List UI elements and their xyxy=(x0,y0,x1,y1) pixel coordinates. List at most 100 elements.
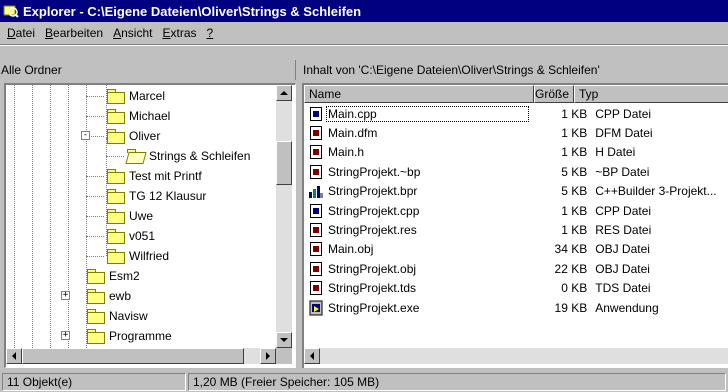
tree-item-label: ewb xyxy=(109,289,132,303)
tree-item[interactable]: v051 xyxy=(106,226,157,246)
status-bar: 11 Objekt(e) 1,20 MB (Freier Speicher: 1… xyxy=(0,372,728,392)
file-name: StringProjekt.cpp xyxy=(328,203,420,218)
file-name: Main.dfm xyxy=(328,125,378,140)
tree-horizontal-scroll-thumb[interactable] xyxy=(22,348,244,364)
file-size: 5 KB xyxy=(561,184,588,199)
folder-icon xyxy=(86,309,105,324)
tree-item-label: TG 12 Klausur xyxy=(129,189,207,203)
tree-item[interactable]: Marcel xyxy=(106,86,167,106)
tree-vertical-scroll-thumb[interactable] xyxy=(276,141,292,185)
file-row[interactable]: Main.h 1 KB H Datei xyxy=(304,143,728,162)
file-name: StringProjekt.obj xyxy=(328,261,417,276)
tree-item[interactable]: Wilfried xyxy=(106,246,171,266)
tree-item[interactable]: ewb xyxy=(86,286,133,306)
tree-guide-line xyxy=(50,85,51,348)
tree-item[interactable]: Oliver xyxy=(106,126,162,146)
file-type: CPP Datei xyxy=(595,203,652,218)
menu-item[interactable]: ? xyxy=(202,26,219,40)
file-size: 22 KB xyxy=(554,261,588,276)
column-header-size[interactable]: Größe xyxy=(534,85,574,103)
tree-item-label: Oliver xyxy=(129,129,161,143)
status-object-count: 11 Objekt(e) xyxy=(2,373,186,391)
file-size: 34 KB xyxy=(554,242,588,257)
expand-icon[interactable]: + xyxy=(61,331,70,340)
tree-item-label: Michael xyxy=(129,109,171,123)
tree-scroll-right-button[interactable] xyxy=(260,348,276,364)
menu-separator xyxy=(0,44,728,46)
folder-icon xyxy=(106,129,125,144)
file-type: H Datei xyxy=(595,145,636,160)
expand-icon[interactable]: + xyxy=(61,291,70,300)
file-row[interactable]: StringProjekt.~bp 5 KB ~BP Datei xyxy=(304,162,728,181)
open-folder-icon xyxy=(126,149,144,163)
file-type: C++Builder 3-Projekt... xyxy=(595,184,717,199)
explorer-app-icon[interactable] xyxy=(3,3,19,19)
file-size: 5 KB xyxy=(561,164,588,179)
window-title: Explorer - C:\Eigene Dateien\Oliver\Stri… xyxy=(23,3,362,19)
menu-item[interactable]: Bearbeiten xyxy=(40,26,108,40)
file-row[interactable]: StringProjekt.cpp 1 KB CPP Datei xyxy=(304,201,728,220)
file-row[interactable]: StringProjekt.obj 22 KB OBJ Datei xyxy=(304,259,728,278)
menu-item[interactable]: Extras xyxy=(157,26,201,40)
tree-connector xyxy=(86,116,104,117)
list-scroll-left-button[interactable] xyxy=(304,348,320,364)
menu-item[interactable]: Datei xyxy=(2,26,40,40)
cpp-file-icon xyxy=(308,106,324,122)
file-type: ~BP Datei xyxy=(595,164,650,179)
folder-icon xyxy=(106,169,125,184)
column-header-name[interactable]: Name xyxy=(304,85,534,103)
file-size: 1 KB xyxy=(561,125,588,140)
tree-scroll-up-button[interactable] xyxy=(276,85,292,101)
tree-item-label: Wilfried xyxy=(129,249,170,263)
file-list[interactable]: Name Größe Typ Main.cpp 1 KB CPP Datei Main… xyxy=(302,83,728,368)
file-row[interactable]: Main.obj 34 KB OBJ Datei xyxy=(304,240,728,259)
file-row[interactable]: StringProjekt.bpr 5 KB C++Builder 3-Projek… xyxy=(304,182,728,201)
file-type: TDS Datei xyxy=(595,281,651,296)
tree-connector xyxy=(86,236,104,237)
scrollbar-corner xyxy=(276,348,292,364)
list-header-label: Inhalt von 'C:\Eigene Dateien\Oliver\Str… xyxy=(303,63,600,77)
file-name: Main.cpp xyxy=(326,105,529,122)
tree-item-label: Test mit Printf xyxy=(129,169,202,183)
tree-connector xyxy=(106,156,124,157)
title-bar[interactable]: Explorer - C:\Eigene Dateien\Oliver\Stri… xyxy=(0,0,728,22)
list-pane-header: Inhalt von 'C:\Eigene Dateien\Oliver\Str… xyxy=(302,60,728,80)
tree-horizontal-scrollbar[interactable] xyxy=(6,348,276,364)
tree-item[interactable]: Navisw xyxy=(86,306,150,326)
file-name: StringProjekt.~bp xyxy=(328,164,421,179)
tree-item[interactable]: Programme xyxy=(86,326,174,346)
file-row[interactable]: StringProjekt.res 1 KB RES Datei xyxy=(304,220,728,239)
tree-scroll-left-button[interactable] xyxy=(6,348,22,364)
tree-item[interactable]: TG 12 Klausur xyxy=(106,186,208,206)
folder-tree[interactable]: Marcel Michael Oliver - Strings & Schleifen T… xyxy=(4,83,296,368)
tree-item[interactable]: Test mit Printf xyxy=(106,166,204,186)
tree-connector xyxy=(86,96,104,97)
generic-file-icon xyxy=(308,222,324,238)
file-row[interactable]: StringProjekt.exe 19 KB Anwendung xyxy=(304,298,728,317)
file-name: StringProjekt.tds xyxy=(328,281,417,296)
list-horizontal-scrollbar[interactable] xyxy=(304,348,728,364)
tree-guide-line xyxy=(68,85,69,348)
file-row[interactable]: StringProjekt.tds 0 KB TDS Datei xyxy=(304,279,728,298)
collapse-icon[interactable]: - xyxy=(81,131,90,140)
folder-icon xyxy=(106,229,125,244)
tree-pane-header: Alle Ordner xyxy=(0,60,296,80)
column-header-type[interactable]: Typ xyxy=(574,85,728,103)
folder-tree-viewport: Marcel Michael Oliver - Strings & Schleifen T… xyxy=(6,85,276,348)
tree-vertical-scrollbar[interactable] xyxy=(276,85,292,348)
file-row[interactable]: Main.dfm 1 KB DFM Datei xyxy=(304,123,728,142)
tree-connector xyxy=(86,196,104,197)
tree-item[interactable]: Uwe xyxy=(106,206,155,226)
arrow-right-icon xyxy=(266,352,270,360)
arrow-left-icon xyxy=(310,352,314,360)
tree-guide-line xyxy=(106,138,107,156)
tree-item-label: Marcel xyxy=(129,89,166,103)
tree-item[interactable]: Esm2 xyxy=(86,266,142,286)
tree-item[interactable]: Michael xyxy=(106,106,172,126)
file-type: RES Datei xyxy=(595,222,652,237)
menu-item[interactable]: Ansicht xyxy=(108,26,157,40)
tree-item-label: Esm2 xyxy=(109,269,140,283)
tree-scroll-down-button[interactable] xyxy=(276,332,292,348)
tree-item[interactable]: Strings & Schleifen xyxy=(126,146,252,166)
file-row[interactable]: Main.cpp 1 KB CPP Datei xyxy=(304,104,728,123)
